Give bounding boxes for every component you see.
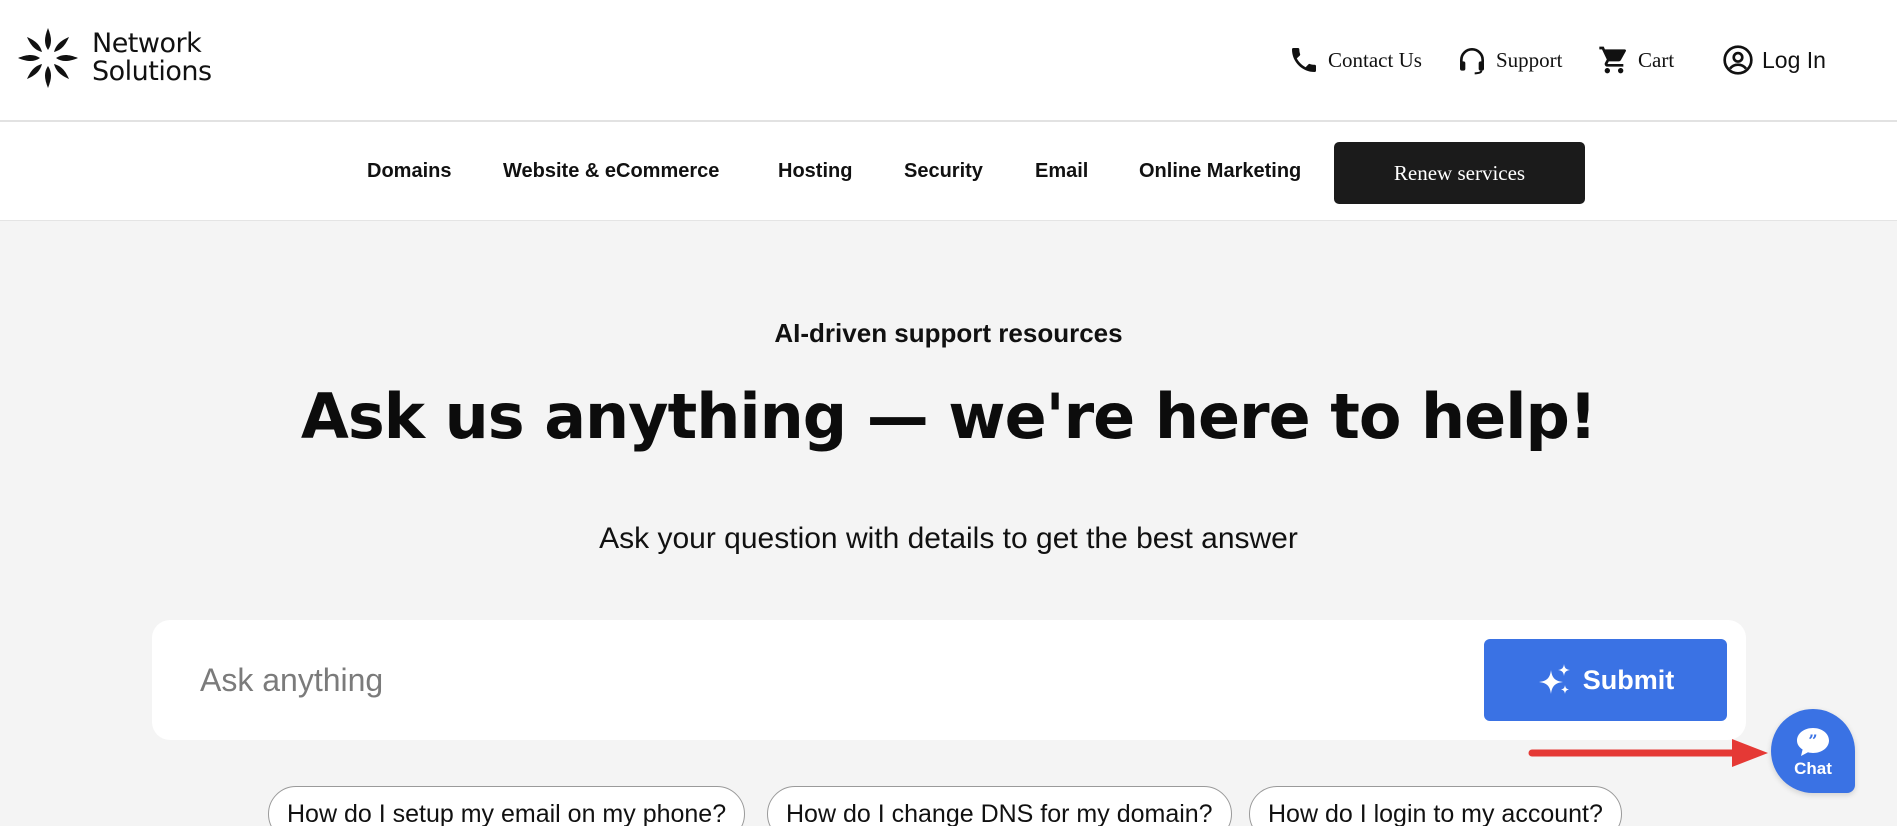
chat-button[interactable]: ” Chat [1771,709,1855,793]
logo[interactable]: Network Solutions [14,24,212,92]
submit-label: Submit [1582,664,1675,695]
annotation-arrow [1528,739,1768,767]
ask-input[interactable] [200,650,1400,710]
network-solutions-logo-icon [18,28,78,88]
hero-eyebrow: AI-driven support resources [774,318,1123,348]
nav-item-website-ecommerce[interactable]: Website & eCommerce [503,160,719,183]
support-label: Support [1496,47,1563,72]
sparkle-icon [1538,664,1570,694]
user-circle-icon [1723,45,1753,75]
logo-line-1: Network [92,28,202,59]
login-label: Log In [1762,46,1826,73]
suggestion-chip[interactable]: How do I login to my account? [1249,786,1622,826]
chat-bubble-icon: ” [1797,728,1829,756]
cart-icon [1599,46,1626,74]
contact-us-label: Contact Us [1328,47,1422,72]
nav-item-security[interactable]: Security [904,160,983,183]
logo-line-2: Solutions [92,56,212,87]
svg-text:”: ” [1808,731,1817,750]
submit-button[interactable]: Submit [1484,639,1727,721]
suggestion-chip[interactable]: How do I setup my email on my phone? [268,786,746,826]
cart-label: Cart [1638,47,1675,72]
nav-item-email[interactable]: Email [1035,160,1088,183]
chat-label: Chat [1794,759,1832,778]
logo-text: Network Solutions [92,30,212,86]
ask-box: Submit [152,620,1746,740]
site-header: Network Solutions Contact Us Support Car… [0,0,1897,122]
nav-item-online-marketing[interactable]: Online Marketing [1139,160,1301,183]
page-title: Ask us anything — we're here to help! [300,380,1597,453]
suggestion-chip[interactable]: How do I change DNS for my domain? [767,786,1232,826]
headset-icon [1460,48,1484,75]
contact-us-link[interactable]: Contact Us [1288,44,1422,76]
nav-item-domains[interactable]: Domains [367,160,451,183]
phone-icon [1292,48,1316,72]
renew-services-button[interactable]: Renew services [1334,142,1585,204]
login-link[interactable]: Log In [1722,44,1826,76]
hero-subtitle: Ask your question with details to get th… [599,522,1298,555]
main-nav: Domains Website & eCommerce Hosting Secu… [0,122,1897,221]
cart-link[interactable]: Cart [1598,44,1674,76]
nav-item-hosting[interactable]: Hosting [778,160,852,183]
support-link[interactable]: Support [1456,44,1563,76]
